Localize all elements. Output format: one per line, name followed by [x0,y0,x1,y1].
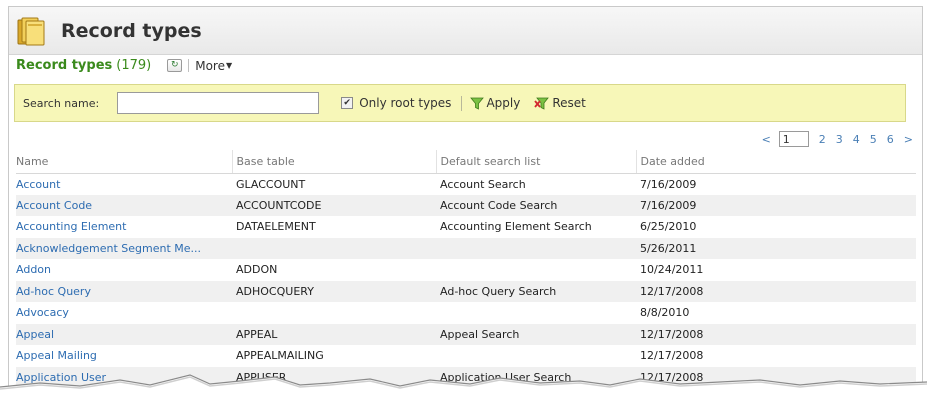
page-link-4[interactable]: 4 [853,133,860,146]
record-name-link[interactable]: Accounting Element [16,216,232,238]
search-list-cell: Accounting Element Search [440,220,592,234]
refresh-icon[interactable]: ↻ [167,59,183,72]
column-header-default-search-list[interactable]: Default search list [436,150,637,174]
record-types-grid: Name Base table Default search list Date… [16,150,916,388]
date-added-cell: 8/8/2010 [640,306,690,320]
base-table-cell: ACCOUNTCODE [232,194,436,216]
filter-divider [461,95,463,111]
search-list-cell [436,345,636,367]
filter-bar: Search name: ✔ Only root types Apply Res… [14,84,906,122]
table-row[interactable]: Advocacy 8/8/2010 [16,302,916,324]
record-count: (179) [116,58,152,73]
table-row[interactable]: Appeal Mailing APPEALMAILING 12/17/2008 [16,345,916,367]
record-name-link[interactable]: Acknowledgement Segment Me... [16,237,232,259]
search-list-cell [436,259,636,281]
date-added-cell: 5/26/2011 [636,237,916,259]
search-list-cell: Appeal Search [436,323,636,345]
table-row[interactable]: Addon ADDON 10/24/2011 [16,259,916,281]
table-row[interactable]: Account GLACCOUNT Account Search 7/16/20… [16,173,916,195]
record-name-link[interactable]: Appeal [16,323,232,345]
apply-label: Apply [486,96,521,110]
apply-button[interactable]: Apply [470,96,520,110]
base-table-cell: GLACCOUNT [236,177,306,191]
only-root-types-checkbox[interactable]: ✔ [341,97,354,109]
previous-page-button[interactable]: < [762,133,771,146]
grid-header-row: Name Base table Default search list Date… [16,150,916,174]
search-list-cell: Account Code Search [436,194,636,216]
reset-filter-icon [534,97,550,110]
table-row[interactable]: Accounting Element DATAELEMENT Accountin… [16,216,916,238]
date-added-cell: 6/25/2010 [640,220,697,234]
search-list-cell: Account Search [440,177,526,191]
table-row[interactable]: Acknowledgement Segment Me... 5/26/2011 [16,237,916,259]
search-name-label: Search name: [23,96,100,110]
search-list-cell [436,237,636,259]
page-header: Record types [9,7,922,55]
record-name-link[interactable]: Account [16,173,232,195]
base-table-cell: APPEALMAILING [236,349,324,363]
base-table-cell [232,302,436,324]
next-page-button[interactable]: > [904,133,913,146]
date-added-cell: 7/16/2009 [636,194,916,216]
more-menu-label: More [195,58,225,73]
record-name-link[interactable]: Advocacy [16,302,232,324]
base-table-cell: DATAELEMENT [236,220,316,234]
date-added-cell: 7/16/2009 [640,177,697,191]
table-row[interactable]: Ad-hoc Query ADHOCQUERY Ad-hoc Query Sea… [16,280,916,302]
torn-edge-decoration [0,374,927,393]
record-name-link[interactable]: Account Code [16,194,232,216]
search-list-cell: Ad-hoc Query Search [436,280,636,302]
base-table-cell: ADHOCQUERY [232,280,436,302]
column-header-date-added[interactable]: Date added [636,150,916,174]
toolbar-divider [188,59,190,72]
caret-down-icon: ▼ [225,61,233,70]
date-added-cell: 12/17/2008 [636,280,916,302]
folder-icon [17,17,45,45]
column-header-name[interactable]: Name [16,150,233,174]
page-title: Record types [61,19,202,42]
base-table-cell: APPEAL [232,323,436,345]
table-row[interactable]: Appeal APPEAL Appeal Search 12/17/2008 [16,323,916,345]
record-name-link[interactable]: Ad-hoc Query [16,280,232,302]
only-root-types-label: Only root types [359,96,452,110]
reset-button[interactable]: Reset [534,96,586,110]
section-toolbar: Record types (179) ↻ More ▼ [16,58,232,73]
page-link-2[interactable]: 2 [819,133,826,146]
pagination: < 1 2 3 4 5 6 > [752,131,913,147]
record-name-link[interactable]: Addon [16,259,232,281]
page-link-3[interactable]: 3 [836,133,843,146]
date-added-cell: 12/17/2008 [636,323,916,345]
table-row[interactable]: Account Code ACCOUNTCODE Account Code Se… [16,194,916,216]
base-table-cell [232,237,436,259]
date-added-cell: 12/17/2008 [640,349,704,363]
date-added-cell: 10/24/2011 [640,263,704,277]
base-table-cell: ADDON [236,263,278,277]
reset-label: Reset [552,96,586,110]
page-link-5[interactable]: 5 [870,133,877,146]
search-name-input[interactable] [117,92,320,114]
funnel-icon [470,97,485,110]
search-list-cell [436,302,636,324]
column-header-base-table[interactable]: Base table [232,150,437,174]
page-link-6[interactable]: 6 [887,133,894,146]
section-title: Record types [16,58,113,73]
current-page-input[interactable]: 1 [778,131,809,147]
record-name-link[interactable]: Appeal Mailing [16,345,232,367]
more-menu-button[interactable]: More ▼ [195,59,232,73]
